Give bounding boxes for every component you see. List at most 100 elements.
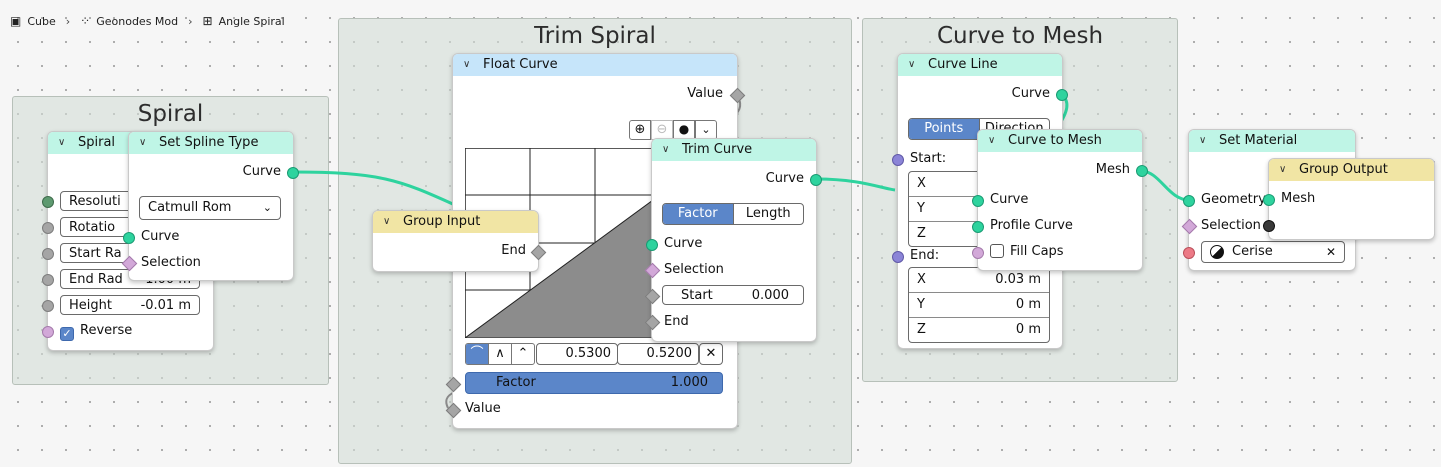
checkbox-label: Fill Caps xyxy=(1010,244,1064,259)
node-header[interactable]: ∨ Group Input xyxy=(373,211,538,233)
group-output-node[interactable]: ∨ Group Output Mesh xyxy=(1263,158,1435,240)
handle-x-field[interactable]: 0.5300 xyxy=(536,343,618,365)
output-curve-socket[interactable] xyxy=(810,174,822,186)
input-curve-label: Curve xyxy=(141,229,180,244)
input-geometry-label: Geometry xyxy=(1201,192,1266,207)
link-trim-to-curve-to-mesh xyxy=(815,177,896,192)
chevron-down-icon[interactable]: ∨ xyxy=(463,54,475,76)
mode-length-button[interactable]: Length xyxy=(732,204,804,224)
mode-points-button[interactable]: Points xyxy=(909,119,979,139)
material-socket[interactable] xyxy=(1183,247,1195,259)
start-radius-socket[interactable] xyxy=(42,248,54,260)
input-curve-socket[interactable] xyxy=(123,232,135,244)
node-header[interactable]: ∨ Float Curve xyxy=(453,54,737,76)
node-title: Trim Curve xyxy=(682,142,753,157)
curve-to-mesh-node[interactable]: ∨ Curve to Mesh Mesh Curve Profile Curve … xyxy=(972,129,1148,271)
chevron-down-icon: ⌄ xyxy=(262,201,272,214)
node-header[interactable]: ∨ Curve to Mesh xyxy=(978,130,1142,152)
field-label: End Rad xyxy=(69,272,123,287)
output-curve-socket[interactable] xyxy=(1056,89,1068,101)
end-vector[interactable]: X 0.03 m Y 0 m Z 0 m xyxy=(908,267,1050,343)
axis-label: Z xyxy=(917,226,926,241)
close-icon[interactable]: ✕ xyxy=(1326,242,1336,262)
chevron-down-icon[interactable]: ∨ xyxy=(662,139,674,161)
delete-point-button[interactable]: ✕ xyxy=(699,343,723,365)
trim-mode-toggle[interactable]: Factor Length xyxy=(662,203,804,225)
node-header[interactable]: ∨ Curve Line xyxy=(898,54,1062,76)
input-curve-socket[interactable] xyxy=(972,195,984,207)
clip-icon[interactable]: ● xyxy=(673,120,695,140)
chevron-down-icon[interactable]: ⌄ xyxy=(695,120,717,140)
input-value-label: Value xyxy=(465,401,501,416)
chevron-down-icon[interactable]: ∨ xyxy=(58,132,70,154)
end-y-field[interactable]: Y 0 m xyxy=(909,293,1049,318)
close-icon: ✕ xyxy=(705,346,717,361)
input-curve-label: Curve xyxy=(990,192,1029,207)
field-value: 1.000 xyxy=(670,375,708,390)
reverse-checkbox[interactable]: ✓ Reverse xyxy=(60,323,132,341)
output-mesh-socket[interactable] xyxy=(1136,165,1148,177)
trim-curve-node[interactable]: ∨ Trim Curve Curve Factor Length Curve Se… xyxy=(644,138,822,342)
vector-handle-icon[interactable]: ∧ xyxy=(488,344,511,364)
auto-clamped-handle-icon[interactable]: ⌃ xyxy=(511,344,534,364)
height-socket[interactable] xyxy=(42,300,54,312)
chevron-down-icon[interactable]: ∨ xyxy=(908,54,920,76)
group-input-node[interactable]: ∨ Group Input End xyxy=(372,210,547,272)
handle-y-field[interactable]: 0.5200 xyxy=(617,343,699,365)
node-header[interactable]: ∨ Group Output xyxy=(1269,159,1434,181)
reverse-socket[interactable] xyxy=(42,326,54,338)
factor-field[interactable]: Factor 1.000 xyxy=(465,372,723,394)
link-mesh-to-geometry xyxy=(1140,169,1190,202)
output-value-label: Value xyxy=(687,86,723,101)
input-curve-socket[interactable] xyxy=(646,239,658,251)
start-field[interactable]: Start 0.000 xyxy=(662,285,804,305)
checkmark-icon[interactable]: ✓ xyxy=(60,327,74,341)
empty-socket[interactable] xyxy=(1263,220,1275,232)
axis-label: Y xyxy=(917,201,925,216)
output-curve-label: Curve xyxy=(765,171,804,186)
input-geometry-socket[interactable] xyxy=(1183,195,1195,207)
input-selection-label: Selection xyxy=(664,262,724,277)
zoom-out-icon[interactable]: ⊖ xyxy=(651,120,673,140)
start-socket[interactable] xyxy=(892,154,904,166)
node-title: Set Spline Type xyxy=(159,135,259,150)
spline-type-dropdown[interactable]: Catmull Rom ⌄ xyxy=(139,196,281,220)
resolution-socket[interactable] xyxy=(42,196,54,208)
link-set-spline-to-trim xyxy=(291,170,456,207)
chevron-down-icon[interactable]: ∨ xyxy=(1199,130,1211,152)
material-field[interactable]: Cerise ✕ xyxy=(1201,241,1345,263)
curve-toolbar: ⊕ ⊖ ● ⌄ xyxy=(629,120,717,140)
end-radius-socket[interactable] xyxy=(42,274,54,286)
fill-caps-socket[interactable] xyxy=(972,247,984,259)
rotations-socket[interactable] xyxy=(42,222,54,234)
input-selection-label: Selection xyxy=(141,255,201,270)
checkbox-label: Reverse xyxy=(80,323,133,338)
input-end-label: End xyxy=(664,314,689,329)
chevron-down-icon[interactable]: ∨ xyxy=(139,132,151,154)
checkbox-icon[interactable] xyxy=(990,244,1004,258)
chevron-down-icon[interactable]: ∨ xyxy=(988,130,1000,152)
mode-factor-button[interactable]: Factor xyxy=(663,204,733,224)
axis-label: Z xyxy=(917,322,926,337)
node-header[interactable]: ∨ Set Spline Type xyxy=(129,132,293,154)
node-header[interactable]: ∨ Set Material xyxy=(1189,130,1355,152)
input-mesh-socket[interactable] xyxy=(1263,194,1275,206)
output-curve-label: Curve xyxy=(242,164,281,179)
fill-caps-checkbox[interactable]: Fill Caps xyxy=(990,244,1064,259)
set-spline-type-node[interactable]: ∨ Set Spline Type Curve Catmull Rom ⌄ Curv… xyxy=(121,131,299,281)
height-field[interactable]: Height -0.01 m xyxy=(60,295,200,315)
output-curve-socket[interactable] xyxy=(287,167,299,179)
zoom-in-icon[interactable]: ⊕ xyxy=(629,120,651,140)
input-profile-curve-socket[interactable] xyxy=(972,221,984,233)
chevron-down-icon[interactable]: ∨ xyxy=(383,211,395,233)
chevron-down-icon[interactable]: ∨ xyxy=(1279,159,1291,181)
node-title: Curve to Mesh xyxy=(1008,133,1102,148)
end-label: End: xyxy=(910,248,940,263)
end-socket[interactable] xyxy=(892,251,904,263)
node-header[interactable]: ∨ Trim Curve xyxy=(652,139,816,161)
end-z-field[interactable]: Z 0 m xyxy=(909,318,1049,342)
end-x-field[interactable]: X 0.03 m xyxy=(909,268,1049,293)
auto-handle-icon[interactable]: ⌒ xyxy=(466,344,488,364)
input-selection-label: Selection xyxy=(1201,218,1261,233)
axis-label: X xyxy=(917,176,926,191)
